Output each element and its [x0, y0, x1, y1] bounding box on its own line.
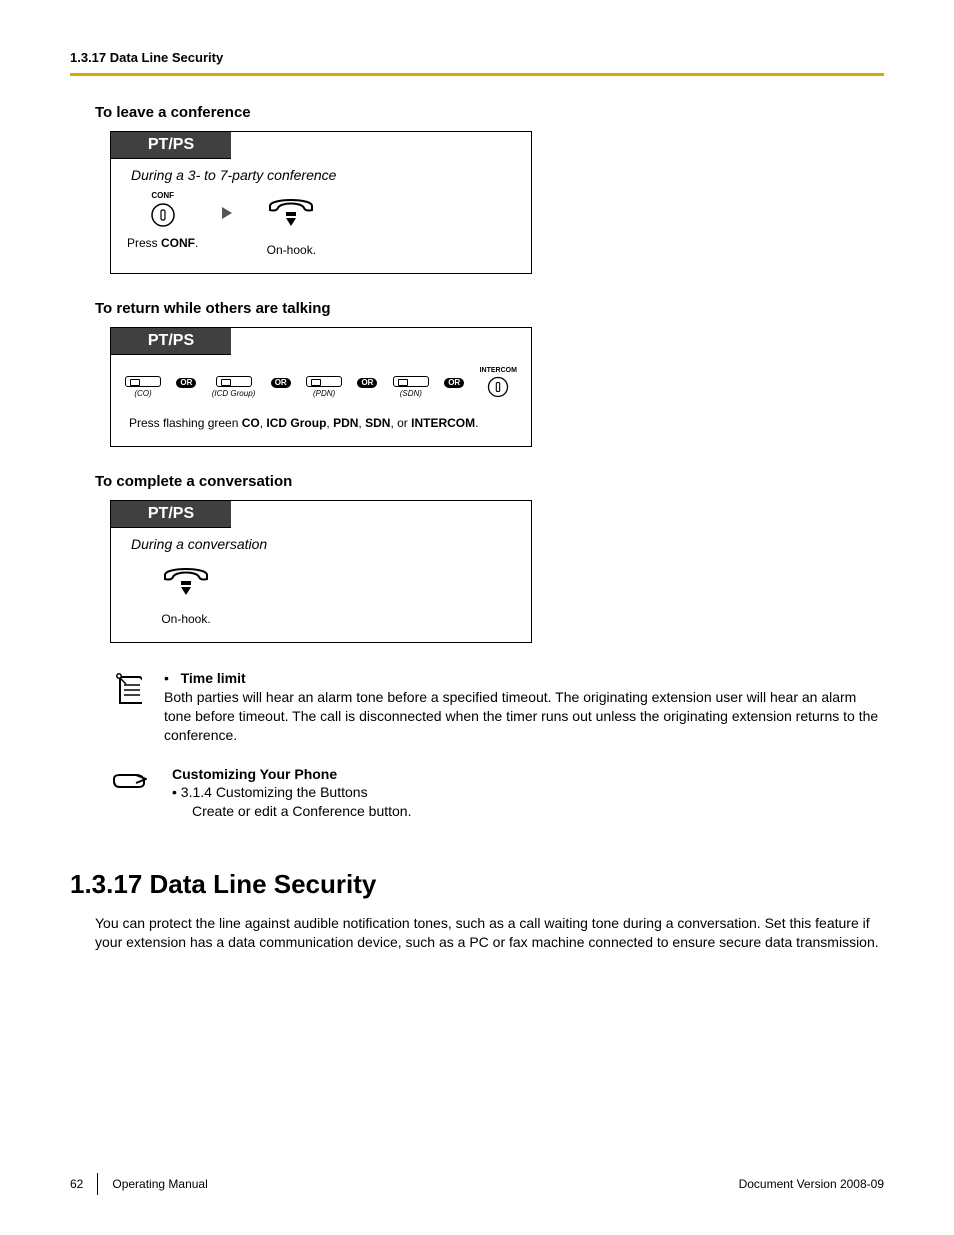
- or-pill: OR: [271, 378, 291, 388]
- manual-name: Operating Manual: [112, 1177, 207, 1191]
- key-co-label: (CO): [134, 389, 151, 398]
- proc1-step-onhook: On-hook.: [256, 191, 326, 257]
- proc1-tab: PT/PS: [111, 132, 231, 159]
- line-button-icon: [306, 376, 342, 387]
- proc2-keyrow: (CO) OR (ICD Group) OR (PDN) OR (SDN) OR…: [125, 367, 517, 398]
- note1-bullet: •: [164, 670, 169, 686]
- proc2-heading: To return while others are talking: [95, 300, 884, 317]
- key-pdn: (PDN): [306, 376, 342, 398]
- header-rule: [70, 73, 884, 76]
- notepad-icon: [110, 669, 142, 709]
- conf-button-icon: [150, 202, 176, 228]
- key-icd-label: (ICD Group): [212, 389, 256, 398]
- key-sdn: (SDN): [393, 376, 429, 398]
- proc1-step-conf: CONF Press CONF.: [127, 191, 198, 250]
- intercom-button-icon: [487, 376, 509, 398]
- footer-divider: [97, 1173, 98, 1195]
- page-number: 62: [70, 1177, 83, 1191]
- proc3-step-onhook: On-hook.: [151, 560, 221, 626]
- proc1-box: PT/PS During a 3- to 7-party conference …: [110, 131, 532, 274]
- section-title: 1.3.17 Data Line Security: [70, 869, 884, 900]
- conf-label: CONF: [151, 191, 174, 200]
- or-pill: OR: [357, 378, 377, 388]
- proc3-state: During a conversation: [131, 536, 531, 552]
- line-button-icon: [393, 376, 429, 387]
- proc1-heading: To leave a conference: [95, 104, 884, 121]
- line-button-icon: [216, 376, 252, 387]
- note2-line2: Create or edit a Conference button.: [192, 802, 411, 821]
- note2-line1: • 3.1.4 Customizing the Buttons: [172, 784, 368, 800]
- proc1-state: During a 3- to 7-party conference: [131, 167, 531, 183]
- onhook-icon: [264, 196, 318, 230]
- or-pill: OR: [176, 378, 196, 388]
- arrow-right-icon: [220, 205, 234, 221]
- proc1-step-conf-caption: Press CONF.: [127, 236, 198, 250]
- note-time-limit: • Time limit Both parties will hear an a…: [110, 669, 884, 745]
- intercom-label: INTERCOM: [480, 367, 517, 374]
- pointing-hand-icon: [110, 765, 150, 793]
- or-pill: OR: [444, 378, 464, 388]
- proc1-step-onhook-caption: On-hook.: [267, 243, 316, 257]
- proc3-step-onhook-caption: On-hook.: [161, 612, 210, 626]
- key-intercom: INTERCOM: [480, 367, 517, 398]
- key-co: (CO): [125, 376, 161, 398]
- proc3-heading: To complete a conversation: [95, 473, 884, 490]
- note2-title: Customizing Your Phone: [172, 766, 337, 782]
- key-sdn-label: (SDN): [400, 389, 422, 398]
- note1-title: Time limit: [181, 670, 246, 686]
- running-header: 1.3.17 Data Line Security: [70, 50, 884, 65]
- section-body: You can protect the line against audible…: [95, 914, 884, 952]
- proc2-instruction: Press flashing green CO, ICD Group, PDN,…: [129, 416, 513, 430]
- line-button-icon: [125, 376, 161, 387]
- proc1-arrow: [220, 191, 234, 221]
- key-icd: (ICD Group): [212, 376, 256, 398]
- note1-body: Both parties will hear an alarm tone bef…: [164, 689, 878, 743]
- onhook-icon: [159, 565, 213, 599]
- proc3-box: PT/PS During a conversation On-hook.: [110, 500, 532, 643]
- proc2-box: PT/PS (CO) OR (ICD Group) OR (PDN) OR (S…: [110, 327, 532, 447]
- proc2-tab: PT/PS: [111, 328, 231, 355]
- proc3-tab: PT/PS: [111, 501, 231, 528]
- note-customizing: Customizing Your Phone • 3.1.4 Customizi…: [110, 765, 884, 822]
- key-pdn-label: (PDN): [313, 389, 335, 398]
- doc-version: Document Version 2008-09: [739, 1177, 884, 1191]
- page-footer: 62 Operating Manual Document Version 200…: [70, 1173, 884, 1195]
